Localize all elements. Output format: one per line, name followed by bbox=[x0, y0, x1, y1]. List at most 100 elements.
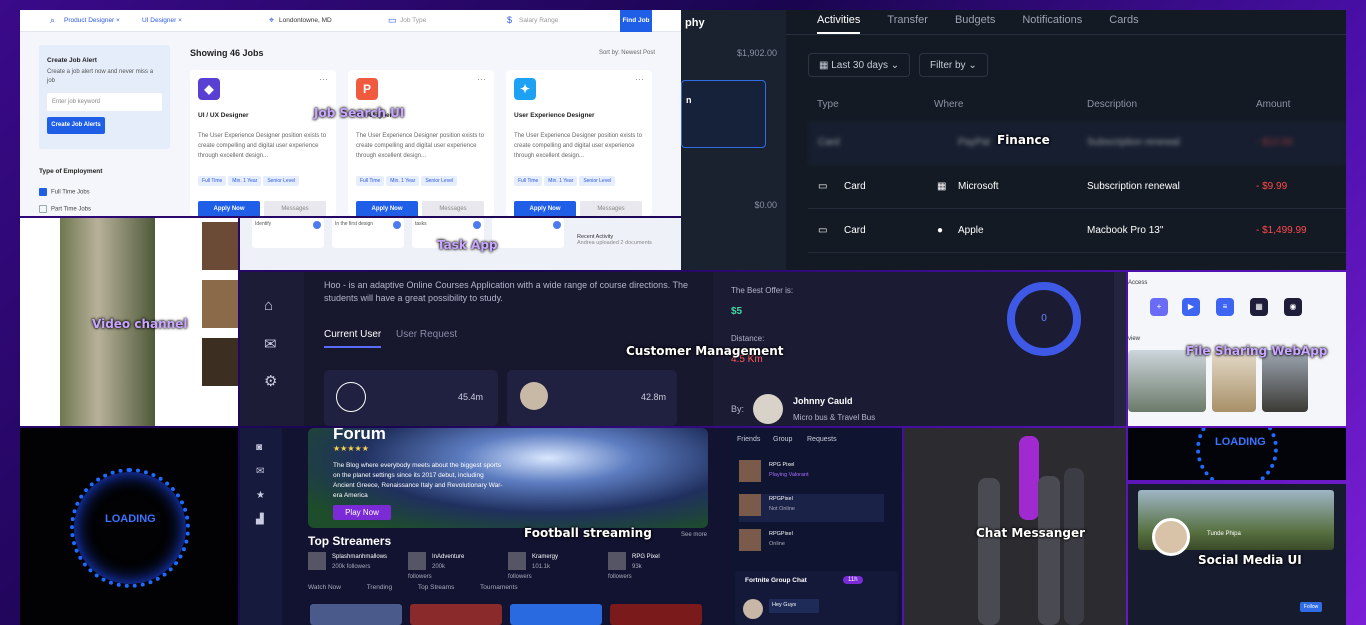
stream-thumbnail[interactable] bbox=[510, 604, 602, 625]
table-row[interactable]: Card PayPal Subscription renewal - $10.0… bbox=[808, 121, 1346, 165]
messages-button[interactable]: Messages bbox=[264, 201, 326, 216]
part-time-checkbox[interactable]: Part Time Jobs bbox=[39, 205, 91, 213]
tab-transfer[interactable]: Transfer bbox=[887, 14, 928, 34]
by-label: By: bbox=[731, 404, 745, 414]
file-thumbnail[interactable] bbox=[1262, 350, 1308, 412]
friend-item[interactable]: RPGPixel Online bbox=[739, 529, 884, 557]
finance-selected-card[interactable]: n bbox=[681, 80, 766, 148]
video-icon[interactable]: ▶ bbox=[1182, 298, 1200, 316]
job-keyword-input[interactable]: Enter job keyword bbox=[47, 93, 162, 111]
chip-product-designer[interactable]: Product Designer × bbox=[60, 13, 124, 28]
patreon-logo-icon: P bbox=[356, 78, 378, 100]
tab-trending[interactable]: Trending bbox=[367, 584, 392, 591]
job-card[interactable]: ··· ✦ User Experience Designer The User … bbox=[506, 70, 652, 216]
tab-top-streams[interactable]: Top Streams bbox=[418, 584, 455, 591]
task-card[interactable]: Identify bbox=[252, 218, 324, 248]
date-range-filter[interactable]: ▦ Last 30 days ⌄ bbox=[808, 53, 911, 77]
caption-social: Social Media UI bbox=[1198, 553, 1302, 567]
apply-now-button[interactable]: Apply Now bbox=[198, 201, 260, 216]
tab-budgets[interactable]: Budgets bbox=[955, 14, 995, 34]
apply-now-button[interactable]: Apply Now bbox=[514, 201, 576, 216]
task-card[interactable] bbox=[492, 218, 564, 248]
more-icon[interactable]: ··· bbox=[319, 74, 328, 84]
streamer-item[interactable]: Splashmanhmallows 200k followers bbox=[308, 552, 387, 572]
friends-panel: Friends Group Requests RPG Pixel Playing … bbox=[731, 428, 902, 625]
table-row[interactable]: ▭ Card ● Apple Macbook Pro 13" - $1,499.… bbox=[808, 209, 1346, 253]
file-thumbnail[interactable] bbox=[1212, 350, 1256, 412]
friend-item[interactable]: RPG Pixel Playing Valorant bbox=[739, 460, 884, 488]
finance-left-pane: phy $1,902.00 n $0.00 bbox=[681, 10, 786, 270]
video-thumbnail[interactable] bbox=[202, 338, 238, 386]
new-icon[interactable]: + bbox=[1150, 298, 1168, 316]
tab-cards[interactable]: Cards bbox=[1109, 14, 1138, 34]
job-card[interactable]: ··· ◆ UI / UX Designer The User Experien… bbox=[190, 70, 336, 216]
scrollbar[interactable] bbox=[1114, 272, 1126, 426]
tab-activities[interactable]: Activities bbox=[817, 14, 861, 34]
play-now-button[interactable]: Play Now bbox=[333, 505, 391, 520]
gamepad-icon[interactable]: ◙ bbox=[256, 442, 262, 453]
stream-thumbnail[interactable] bbox=[410, 604, 502, 625]
group-chat[interactable]: Fortnite Group Chat 11h Hey Guys bbox=[735, 571, 898, 625]
job-title: User Experience Designer bbox=[514, 112, 595, 119]
mail-icon[interactable]: ✉ bbox=[264, 335, 277, 353]
tab-notifications[interactable]: Notifications bbox=[1022, 14, 1082, 34]
tab-user-request[interactable]: User Request bbox=[396, 329, 457, 340]
job-search-bar: ⌕ Product Designer × UI Designer × ⌖ Lon… bbox=[20, 10, 681, 32]
follow-button[interactable]: Follow bbox=[1300, 602, 1322, 612]
messages-button[interactable]: Messages bbox=[580, 201, 642, 216]
location-input[interactable]: Londontowne, MD bbox=[275, 13, 336, 28]
docs-icon[interactable]: ≡ bbox=[1216, 298, 1234, 316]
filter-by-dropdown[interactable]: Filter by ⌄ bbox=[919, 53, 988, 77]
see-more-link[interactable]: See more bbox=[681, 532, 707, 538]
table-row[interactable]: ▭ Card ▦ Microsoft Subscription renewal … bbox=[808, 165, 1346, 209]
gear-icon[interactable]: ⚙ bbox=[264, 372, 277, 390]
tab-tournaments[interactable]: Tournaments bbox=[480, 584, 518, 591]
caption-chat: Chat Messanger bbox=[976, 526, 1086, 540]
more-icon[interactable]: ··· bbox=[477, 74, 486, 84]
apply-now-button[interactable]: Apply Now bbox=[356, 201, 418, 216]
video-thumbnail[interactable] bbox=[202, 280, 238, 328]
music-icon[interactable]: ◉ bbox=[1284, 298, 1302, 316]
job-type-select[interactable]: Job Type bbox=[396, 13, 430, 28]
file-thumbnail[interactable] bbox=[1128, 350, 1206, 412]
files-icon[interactable]: ▦ bbox=[1250, 298, 1268, 316]
avatar bbox=[520, 382, 548, 410]
user-card[interactable]: 42.8m bbox=[507, 370, 677, 426]
task-card[interactable]: In the first design bbox=[332, 218, 404, 248]
more-icon[interactable]: ··· bbox=[635, 74, 644, 84]
star-icon[interactable]: ★ bbox=[256, 490, 265, 501]
football-streaming-tile: ◙ ✉ ★ ▟ Forum ★★★★★ The Blog where every… bbox=[240, 428, 902, 625]
tab-current-user[interactable]: Current User bbox=[324, 329, 382, 348]
streamer-item[interactable]: RPG Pixel 93k followers bbox=[608, 552, 660, 582]
sort-dropdown[interactable]: Sort by: Newest Post bbox=[599, 50, 655, 56]
stream-thumbnail[interactable] bbox=[310, 604, 402, 625]
chart-icon[interactable]: ▟ bbox=[256, 514, 264, 525]
view-label: view bbox=[1128, 336, 1141, 342]
progress-ring: 0 bbox=[1007, 282, 1081, 356]
stream-thumbnail[interactable] bbox=[610, 604, 702, 625]
offer-value: $5 bbox=[731, 306, 743, 317]
streamer-item[interactable]: Kramergy 101.1k followers bbox=[508, 552, 558, 582]
tab-requests[interactable]: Requests bbox=[807, 436, 837, 443]
tab-watch-now[interactable]: Watch Now bbox=[308, 584, 341, 591]
user-card[interactable]: ⌖ 45.4m bbox=[324, 370, 533, 426]
tag: Min. 1 Year bbox=[544, 176, 578, 186]
full-time-checkbox[interactable]: Full Time Jobs bbox=[39, 188, 90, 196]
employment-type-title: Type of Employment bbox=[39, 168, 103, 175]
loading-text: LOADING bbox=[1215, 436, 1266, 448]
tab-group[interactable]: Group bbox=[773, 436, 792, 443]
chip-ui-designer[interactable]: UI Designer × bbox=[138, 13, 186, 28]
card-icon: ▭ bbox=[818, 225, 828, 236]
create-job-alert-button[interactable]: Create Job Alerts bbox=[47, 117, 105, 134]
messages-button[interactable]: Messages bbox=[422, 201, 484, 216]
friend-item[interactable]: RPGPixel Not Online bbox=[739, 494, 884, 522]
streamer-item[interactable]: InAdventure 200k followers bbox=[408, 552, 464, 582]
home-icon[interactable]: ⌂ bbox=[264, 297, 273, 314]
find-job-button[interactable]: Find Job bbox=[620, 10, 652, 32]
salary-range-select[interactable]: Salary Range bbox=[515, 13, 562, 28]
job-card[interactable]: ··· P UI Designer The User Experience De… bbox=[348, 70, 494, 216]
finance-tile: phy $1,902.00 n $0.00 Activities Transfe… bbox=[681, 10, 1346, 270]
chat-icon[interactable]: ✉ bbox=[256, 466, 264, 477]
tab-friends[interactable]: Friends bbox=[737, 436, 760, 443]
video-thumbnail[interactable] bbox=[202, 222, 238, 270]
